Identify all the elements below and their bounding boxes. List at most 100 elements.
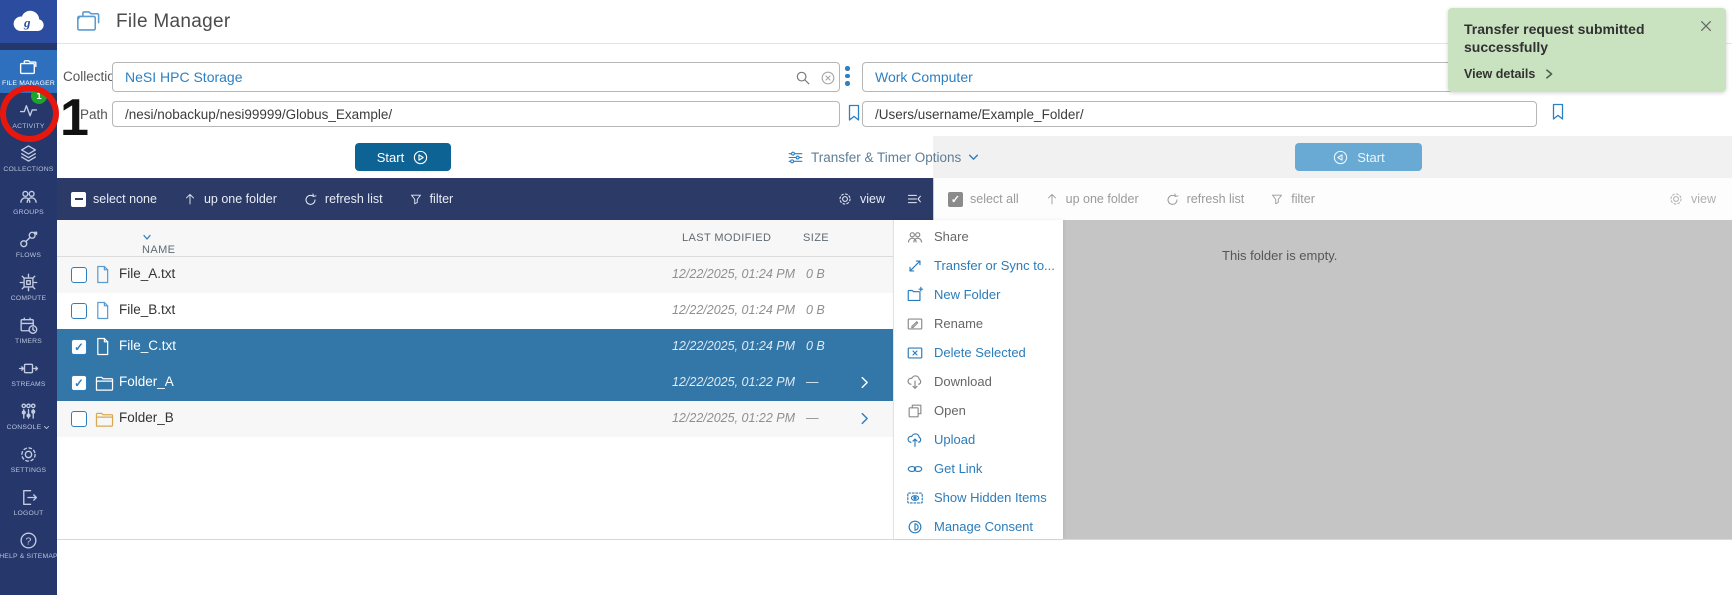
table-row-selected[interactable]: ✓ Folder_A 12/22/2025, 01:22 PM —	[57, 365, 893, 401]
indeterminate-checkbox[interactable]	[71, 192, 86, 207]
sidebar-item-logout[interactable]: LOGOUT	[0, 480, 57, 523]
file-manager-icon	[18, 57, 39, 78]
sidebar-item-label: TIMERS	[15, 338, 42, 345]
sidebar-item-console[interactable]: CONSOLE	[0, 394, 57, 437]
select-all-label: select all	[970, 192, 1019, 206]
menu-item-get-link[interactable]: Get Link	[894, 454, 1063, 483]
file-icon	[95, 301, 110, 320]
start-transfer-button[interactable]: Start	[355, 143, 451, 171]
file-icon	[95, 265, 110, 284]
sliders-icon	[787, 149, 804, 166]
view-control[interactable]: view	[1668, 191, 1716, 207]
play-right-icon	[412, 149, 429, 166]
open-folder-chevron-icon[interactable]	[857, 411, 872, 426]
start-transfer-button-reverse[interactable]: Start	[1295, 143, 1422, 171]
menu-item-share[interactable]: Share	[894, 222, 1063, 251]
toast-view-details-link[interactable]: View details	[1464, 67, 1554, 81]
menu-item-download[interactable]: Download	[894, 367, 1063, 396]
table-row[interactable]: File_B.txt 12/22/2025, 01:24 PM 0 B	[57, 293, 893, 329]
search-icon[interactable]	[794, 69, 812, 87]
refresh-list-button[interactable]: refresh list	[1165, 192, 1245, 207]
svg-text:?: ?	[26, 535, 32, 547]
menu-item-new-folder[interactable]: New Folder	[894, 280, 1063, 309]
sidebar-item-label: GROUPS	[13, 209, 44, 216]
bookmark-icon[interactable]	[1548, 101, 1568, 123]
collections-icon	[18, 143, 39, 164]
destination-panel-toolbar: ✓ select all up one folder refresh list …	[933, 178, 1732, 220]
file-manager-icon	[75, 8, 102, 35]
refresh-list-button[interactable]: refresh list	[303, 192, 383, 207]
view-control[interactable]: view	[837, 191, 885, 207]
sidebar-item-activity[interactable]: ACTIVITY	[0, 93, 57, 136]
delete-icon	[906, 344, 924, 362]
row-checkbox-checked[interactable]: ✓	[71, 339, 87, 355]
sidebar-item-streams[interactable]: STREAMS	[0, 351, 57, 394]
open-folder-chevron-icon[interactable]	[857, 375, 872, 390]
up-one-folder-button[interactable]: up one folder	[1045, 192, 1139, 206]
sidebar-items: FILE MANAGER ACTIVITY COLLECTIONS	[0, 50, 57, 566]
close-icon[interactable]	[1698, 18, 1714, 34]
page-title: File Manager	[116, 11, 230, 33]
globus-logo[interactable]: g	[0, 0, 57, 43]
table-row[interactable]: File_A.txt 12/22/2025, 01:24 PM 0 B	[57, 257, 893, 293]
sidebar-item-label: CONSOLE	[7, 424, 51, 431]
bookmark-icon[interactable]	[844, 102, 864, 124]
table-row-selected[interactable]: ✓ File_C.txt 12/22/2025, 01:24 PM 0 B	[57, 329, 893, 365]
table-row[interactable]: Folder_B 12/22/2025, 01:22 PM —	[57, 401, 893, 437]
consent-icon	[906, 518, 924, 536]
download-cloud-icon	[906, 373, 924, 391]
gear-icon	[1668, 191, 1684, 207]
checked-checkbox[interactable]: ✓	[948, 192, 963, 207]
refresh-icon	[1165, 192, 1180, 207]
sidebar-item-help[interactable]: ? HELP & SITEMAP	[0, 523, 57, 566]
filter-button[interactable]: filter	[1270, 192, 1315, 206]
column-name[interactable]: NAME	[142, 232, 152, 242]
clear-collection-icon[interactable]	[819, 69, 837, 87]
sidebar-item-flows[interactable]: FLOWS	[0, 222, 57, 265]
menu-item-show-hidden-items[interactable]: Show Hidden Items	[894, 483, 1063, 512]
column-modified[interactable]: LAST MODIFIED	[682, 232, 771, 244]
select-all-control[interactable]: ✓ select all	[948, 192, 1019, 207]
menu-item-transfer-or-sync[interactable]: Transfer or Sync to...	[894, 251, 1063, 280]
sidebar-item-groups[interactable]: GROUPS	[0, 179, 57, 222]
path-label: Path	[80, 107, 108, 122]
source-path-input[interactable]	[112, 101, 840, 127]
folder-icon	[95, 375, 114, 392]
sidebar-item-file-manager[interactable]: FILE MANAGER	[0, 50, 57, 93]
menu-item-upload[interactable]: Upload	[894, 425, 1063, 454]
row-checkbox[interactable]	[71, 411, 87, 427]
menu-item-rename[interactable]: Rename	[894, 309, 1063, 338]
toast-title: Transfer request submitted successfully	[1464, 20, 1672, 56]
transfer-timer-options[interactable]: Transfer & Timer Options	[787, 143, 979, 171]
chevron-right-icon	[1544, 68, 1554, 80]
sidebar-item-label: FILE MANAGER	[2, 80, 55, 87]
row-checkbox-checked[interactable]: ✓	[71, 375, 87, 391]
filter-button[interactable]: filter	[409, 192, 454, 206]
filter-funnel-icon	[1270, 192, 1284, 206]
row-checkbox[interactable]	[71, 303, 87, 319]
menu-item-manage-consent[interactable]: Manage Consent	[894, 512, 1063, 541]
source-collection-input[interactable]	[112, 62, 840, 92]
collection-options-icon[interactable]	[845, 66, 850, 86]
upload-cloud-icon	[906, 431, 924, 449]
rename-icon	[906, 315, 924, 333]
sidebar-item-settings[interactable]: SETTINGS	[0, 437, 57, 480]
empty-folder-message: This folder is empty.	[1222, 248, 1337, 263]
sidebar-item-collections[interactable]: COLLECTIONS	[0, 136, 57, 179]
collapse-panel-button[interactable]	[905, 191, 923, 207]
menu-item-open[interactable]: Open	[894, 396, 1063, 425]
destination-path-input[interactable]	[862, 101, 1537, 127]
sidebar-item-label: FLOWS	[16, 252, 41, 259]
source-panel-toolbar: select none up one folder refresh list f…	[57, 178, 933, 220]
select-none-control[interactable]: select none	[71, 192, 157, 207]
sidebar-item-compute[interactable]: COMPUTE	[0, 265, 57, 308]
groups-icon	[18, 186, 39, 207]
menu-item-delete-selected[interactable]: Delete Selected	[894, 338, 1063, 367]
up-one-folder-button[interactable]: up one folder	[183, 192, 277, 206]
sidebar-item-timers[interactable]: TIMERS	[0, 308, 57, 351]
row-checkbox[interactable]	[71, 267, 87, 283]
destination-collection-input[interactable]	[862, 62, 1537, 92]
column-size[interactable]: SIZE	[803, 232, 829, 244]
eye-icon	[906, 489, 924, 507]
console-icon	[18, 401, 39, 422]
